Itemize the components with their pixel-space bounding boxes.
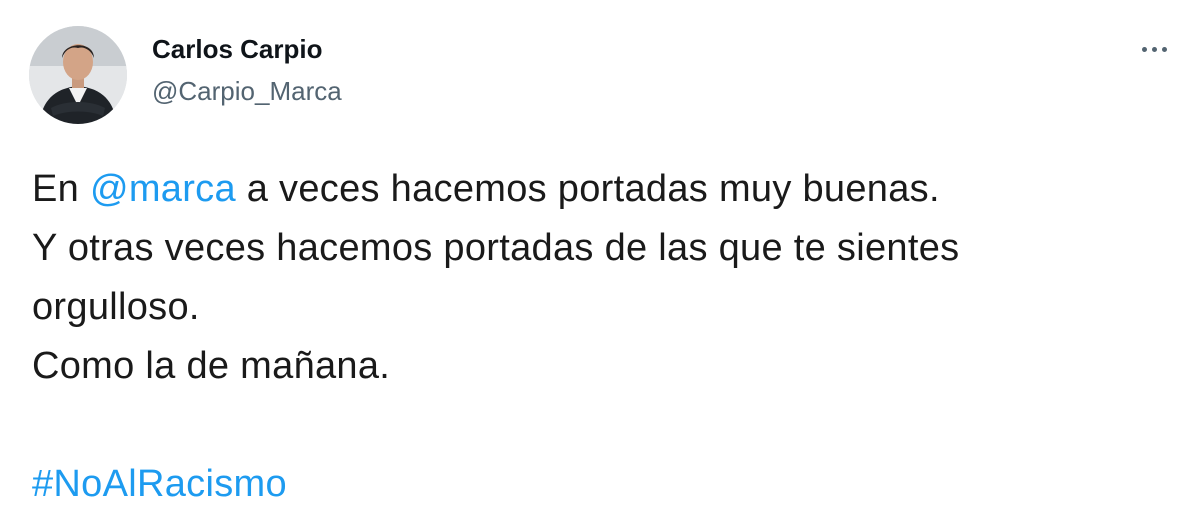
tweet-line-1: En @marca a veces hacemos portadas muy b…: [32, 160, 1162, 219]
tweet-line-2: Y otras veces hacemos portadas de las qu…: [32, 227, 960, 269]
tweet-text-segment: En: [32, 168, 90, 210]
more-dots-icon: [1141, 46, 1167, 52]
avatar-photo: [29, 26, 127, 124]
tweet-text-segment: a veces hacemos portadas muy buenas.: [235, 168, 940, 210]
more-options-button[interactable]: [1134, 34, 1174, 64]
author-info: Carlos Carpio @Carpio_Marca: [152, 32, 342, 108]
tweet-line-4: Como la de mañana.: [32, 345, 391, 387]
display-name[interactable]: Carlos Carpio: [152, 32, 342, 66]
user-handle[interactable]: @Carpio_Marca: [152, 74, 342, 108]
hashtag-link[interactable]: #NoAlRacismo: [32, 463, 287, 505]
tweet-text: En @marca a veces hacemos portadas muy b…: [32, 160, 1162, 514]
tweet-line-3: orgulloso.: [32, 286, 200, 328]
mention-link[interactable]: @marca: [90, 168, 236, 210]
tweet-card: Carlos Carpio @Carpio_Marca En @marca a …: [0, 0, 1200, 517]
avatar[interactable]: [29, 26, 127, 124]
